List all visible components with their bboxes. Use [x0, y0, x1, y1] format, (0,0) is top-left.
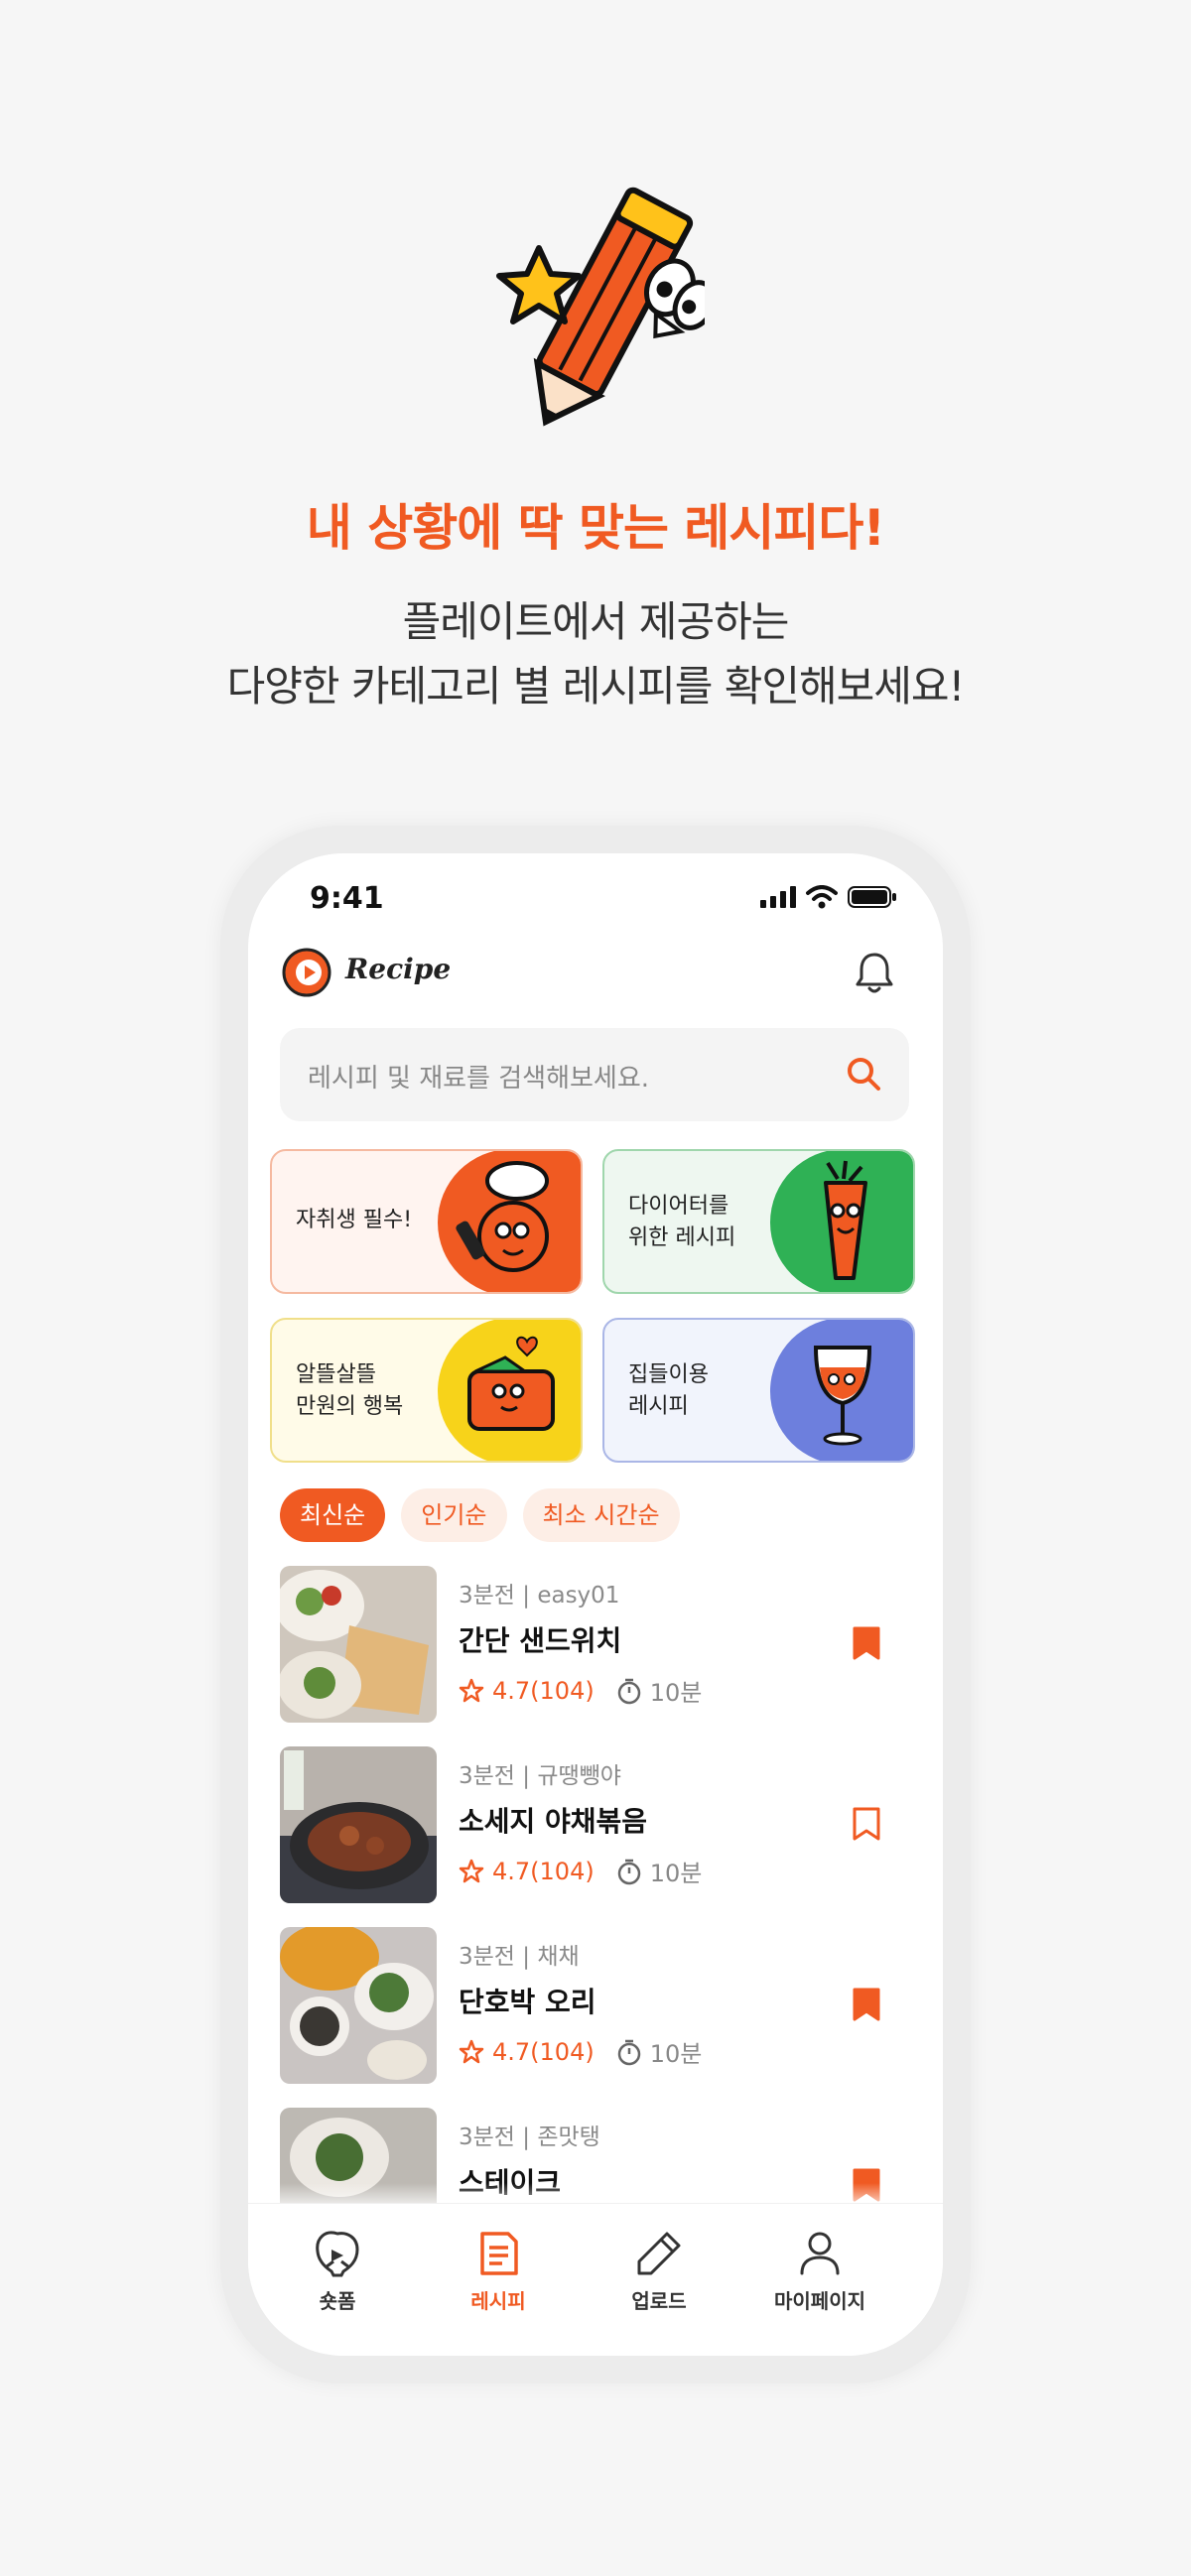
bookmark-outline-icon[interactable] [852, 1806, 881, 1842]
recipe-meta: 3분전 | 채채 [459, 1944, 580, 1970]
recipe-title: 소세지 야채볶음 [459, 1805, 648, 1838]
wine-glass-mascot-icon [770, 1320, 913, 1461]
category-card-selfcook[interactable]: 자취생 필수! [270, 1149, 583, 1294]
category-label: 만원의 행복 [296, 1394, 404, 1419]
recipe-meta: 3분전 | easy01 [459, 1583, 620, 1609]
category-label: 레시피 [628, 1394, 689, 1419]
app-logo [282, 948, 331, 997]
pencil-mascot-illustration [491, 179, 717, 447]
bottom-tab-bar: 숏폼 레시피 업로드 마이페이지 [248, 2203, 943, 2356]
timer-icon [617, 1859, 640, 1884]
sort-chip-shortest-time[interactable]: 최소 시간순 [522, 1488, 680, 1542]
hero-subtext-line1: 플레이트에서 제공하는 [402, 597, 790, 646]
category-label: 집들이용 [628, 1362, 709, 1387]
wallet-mascot-icon [438, 1320, 581, 1461]
timer-icon [617, 2039, 640, 2065]
category-card-budget[interactable]: 알뜰살뜰 만원의 행복 [270, 1318, 583, 1463]
timer-icon [617, 1678, 640, 1704]
tab-mypage[interactable]: 마이페이지 [750, 2228, 889, 2314]
recipe-meta: 3분전 | 규땡뺑야 [459, 1763, 621, 1789]
search-icon[interactable] [844, 1054, 883, 1094]
category-card-housewarming[interactable]: 집들이용 레시피 [602, 1318, 915, 1463]
sort-chip-latest[interactable]: 최신순 [280, 1488, 386, 1542]
list-item[interactable]: 3분전 | 채채 단호박 오리 4.7(104) 10분 [280, 1927, 915, 2086]
star-icon [459, 1678, 484, 1702]
tab-upload[interactable]: 업로드 [590, 2228, 728, 2314]
tab-recipe[interactable]: 레시피 [429, 2228, 568, 2314]
chef-mascot-icon [438, 1151, 581, 1292]
wifi-icon [806, 885, 838, 909]
recipe-thumbnail [280, 1566, 437, 1723]
recipe-rating: 4.7(104) [492, 1676, 595, 1705]
battery-icon [848, 886, 896, 908]
recipe-stats: 4.7(104) 10분 [459, 1673, 702, 1708]
person-icon [800, 2232, 840, 2275]
category-card-diet[interactable]: 다이어터를 위한 레시피 [602, 1149, 915, 1294]
sort-chips: 최신순 인기순 최소 시간순 [280, 1488, 680, 1542]
recipe-title: 간단 샌드위치 [459, 1624, 622, 1657]
hero-headline: 내 상황에 딱 맞는 레시피다! [306, 499, 885, 557]
recipe-doc-icon [480, 2232, 518, 2275]
recipe-meta: 3분전 | 존맛탱 [459, 2125, 600, 2150]
status-icons [760, 885, 897, 909]
search-input[interactable]: 레시피 및 재료를 검색해보세요. [308, 1058, 649, 1095]
phone-screen: 9:41 Recipe 레시피 및 재료를 검색해보세요. 자취생 필수! 다이… [248, 853, 943, 2356]
search-bar[interactable]: 레시피 및 재료를 검색해보세요. [280, 1028, 909, 1121]
tab-label: 업로드 [631, 2289, 687, 2313]
hero-subtext-line2: 다양한 카테고리 별 레시피를 확인해보세요! [226, 662, 966, 710]
category-label: 위한 레시피 [628, 1225, 736, 1250]
star-icon [459, 2039, 484, 2063]
carrot-mascot-icon [770, 1151, 913, 1292]
star-icon [459, 1859, 484, 1882]
recipe-title: 단호박 오리 [459, 1986, 596, 2018]
tab-shortform[interactable]: 숏폼 [268, 2228, 407, 2314]
recipe-time: 10분 [649, 1679, 703, 1707]
bookmark-filled-icon[interactable] [852, 1625, 881, 1661]
notification-bell-icon[interactable] [854, 951, 895, 994]
shortform-icon [316, 2231, 359, 2277]
app-title: Recipe [345, 953, 452, 985]
pencil-icon [637, 2232, 681, 2275]
category-label: 알뜰살뜰 [296, 1362, 376, 1387]
recipe-stats: 4.7(104) 10분 [459, 2034, 702, 2069]
recipe-rating: 4.7(104) [492, 2037, 595, 2066]
sort-chip-popular[interactable]: 인기순 [401, 1488, 507, 1542]
recipe-time: 10분 [649, 1860, 703, 1887]
tab-label: 레시피 [470, 2289, 526, 2313]
category-label: 자취생 필수! [296, 1208, 413, 1232]
tab-label: 숏폼 [319, 2289, 356, 2313]
recipe-thumbnail [280, 1746, 437, 1903]
list-item[interactable]: 3분전 | 규땡뺑야 소세지 야채볶음 4.7(104) 10분 [280, 1746, 915, 1905]
recipe-thumbnail [280, 1927, 437, 2084]
signal-icon [760, 886, 796, 908]
recipe-stats: 4.7(104) 10분 [459, 1854, 702, 1888]
bookmark-filled-icon[interactable] [852, 1987, 881, 2022]
recipe-rating: 4.7(104) [492, 1857, 595, 1885]
list-item[interactable]: 3분전 | easy01 간단 샌드위치 4.7(104) 10분 [280, 1566, 915, 1725]
status-time: 9:41 [310, 881, 384, 916]
category-label: 다이어터를 [628, 1194, 729, 1219]
tab-label: 마이페이지 [774, 2289, 865, 2313]
recipe-time: 10분 [649, 2040, 703, 2068]
